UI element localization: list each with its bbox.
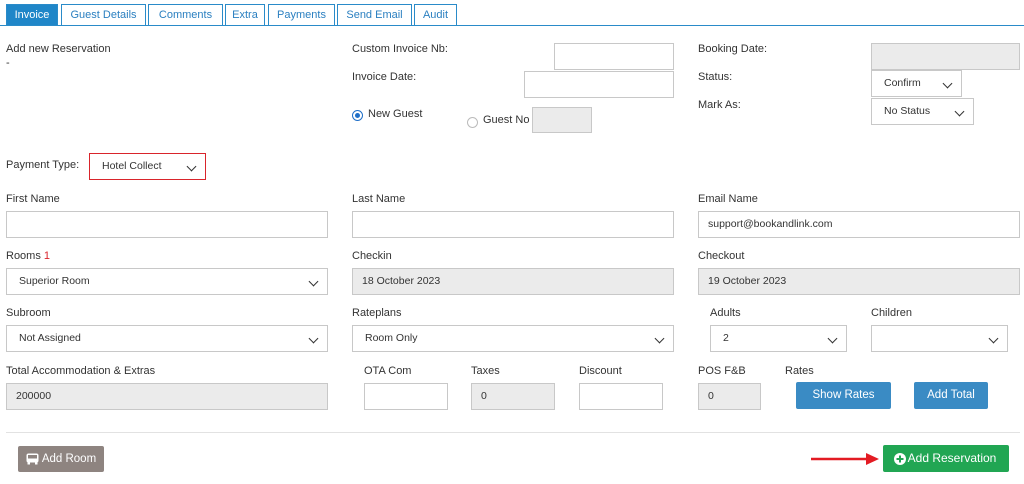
add-reservation-button[interactable]: Add Reservation [883,445,1009,472]
tab-underline [0,25,1024,26]
payment-type-value: Hotel Collect [102,160,162,172]
add-new-reservation-title: Add new Reservation [6,43,111,55]
discount-input[interactable] [579,383,663,410]
guest-no-radio[interactable] [467,117,478,128]
guest-no-input[interactable] [532,107,592,133]
custom-invoice-input[interactable] [554,43,674,70]
checkin-label: Checkin [352,250,392,262]
new-guest-radio[interactable] [352,110,363,121]
chevron-down-icon [827,333,838,344]
chevron-down-icon [186,161,197,172]
total-accommodation-label: Total Accommodation & Extras [6,365,156,377]
status-select[interactable]: Confirm [871,70,962,97]
reservation-number: - [6,57,10,69]
new-guest-label: New Guest [368,108,423,120]
status-label: Status: [698,71,733,83]
chevron-down-icon [308,276,319,287]
section-divider [6,432,1020,433]
rates-label: Rates [785,365,814,377]
checkin-input[interactable]: 18 October 2023 [352,268,674,295]
rooms-select[interactable]: Superior Room [6,268,328,295]
checkout-label: Checkout [698,250,745,262]
chevron-down-icon [942,78,953,89]
arrow-right-icon [811,453,879,465]
custom-invoice-label: Custom Invoice Nb: [352,43,448,55]
chevron-down-icon [954,106,965,117]
adults-select-value: 2 [723,332,729,344]
bus-icon [26,453,39,465]
checkout-input[interactable]: 19 October 2023 [698,268,1020,295]
payment-type-label: Payment Type: [6,159,80,171]
taxes-input[interactable]: 0 [471,383,555,410]
show-rates-button[interactable]: Show Rates [796,382,891,409]
last-name-input[interactable] [352,211,674,238]
required-marker: 1 [43,250,51,262]
discount-label: Discount [579,365,622,377]
first-name-label: First Name [6,193,60,205]
adults-label: Adults [710,307,741,319]
invoice-date-input[interactable] [524,71,674,98]
ota-com-input[interactable] [364,383,448,410]
pos-fb-label: POS F&B [698,365,746,377]
plus-circle-icon [894,453,906,465]
total-accommodation-input[interactable]: 200000 [6,383,328,410]
invoice-date-label: Invoice Date: [352,71,417,83]
last-name-label: Last Name [352,193,406,205]
adults-select[interactable]: 2 [710,325,847,352]
subroom-select-value: Not Assigned [19,332,81,344]
chevron-down-icon [654,333,665,344]
email-input[interactable]: support@bookandlink.com [698,211,1020,238]
add-room-button[interactable]: Add Room [18,446,104,472]
mark-as-select[interactable]: No Status [871,98,974,125]
mark-as-label: Mark As: [698,99,741,111]
tab-payments[interactable]: Payments [268,4,335,26]
booking-date-input [871,43,1020,70]
tab-extra[interactable]: Extra [225,4,265,26]
taxes-label: Taxes [471,365,500,377]
booking-date-label: Booking Date: [698,43,768,55]
rateplans-select[interactable]: Room Only [352,325,674,352]
email-label: Email Name [698,193,758,205]
rateplans-label: Rateplans [352,307,402,319]
rooms-select-value: Superior Room [19,275,90,287]
add-room-label: Add Room [41,453,97,465]
chevron-down-icon [988,333,999,344]
guest-no-label: Guest No [483,114,530,126]
chevron-down-icon [308,333,319,344]
status-select-value: Confirm [884,77,921,89]
first-name-input[interactable] [6,211,328,238]
ota-com-label: OTA Com [364,365,412,377]
rooms-label: Rooms 1 [6,250,50,262]
rooms-label-text: Rooms [6,250,41,262]
tab-audit[interactable]: Audit [414,4,457,26]
tab-send-email[interactable]: Send Email [337,4,412,26]
add-total-button[interactable]: Add Total [914,382,988,409]
subroom-label: Subroom [6,307,51,319]
subroom-select[interactable]: Not Assigned [6,325,328,352]
mark-as-select-value: No Status [884,105,931,117]
tab-comments[interactable]: Comments [148,4,223,26]
payment-type-select[interactable]: Hotel Collect [89,153,206,180]
add-reservation-label: Add Reservation [907,451,997,465]
children-select[interactable] [871,325,1008,352]
pos-fb-input[interactable]: 0 [698,383,761,410]
children-label: Children [871,307,912,319]
tab-invoice[interactable]: Invoice [6,4,58,26]
rateplans-select-value: Room Only [365,332,418,344]
tab-guest-details[interactable]: Guest Details [61,4,146,26]
